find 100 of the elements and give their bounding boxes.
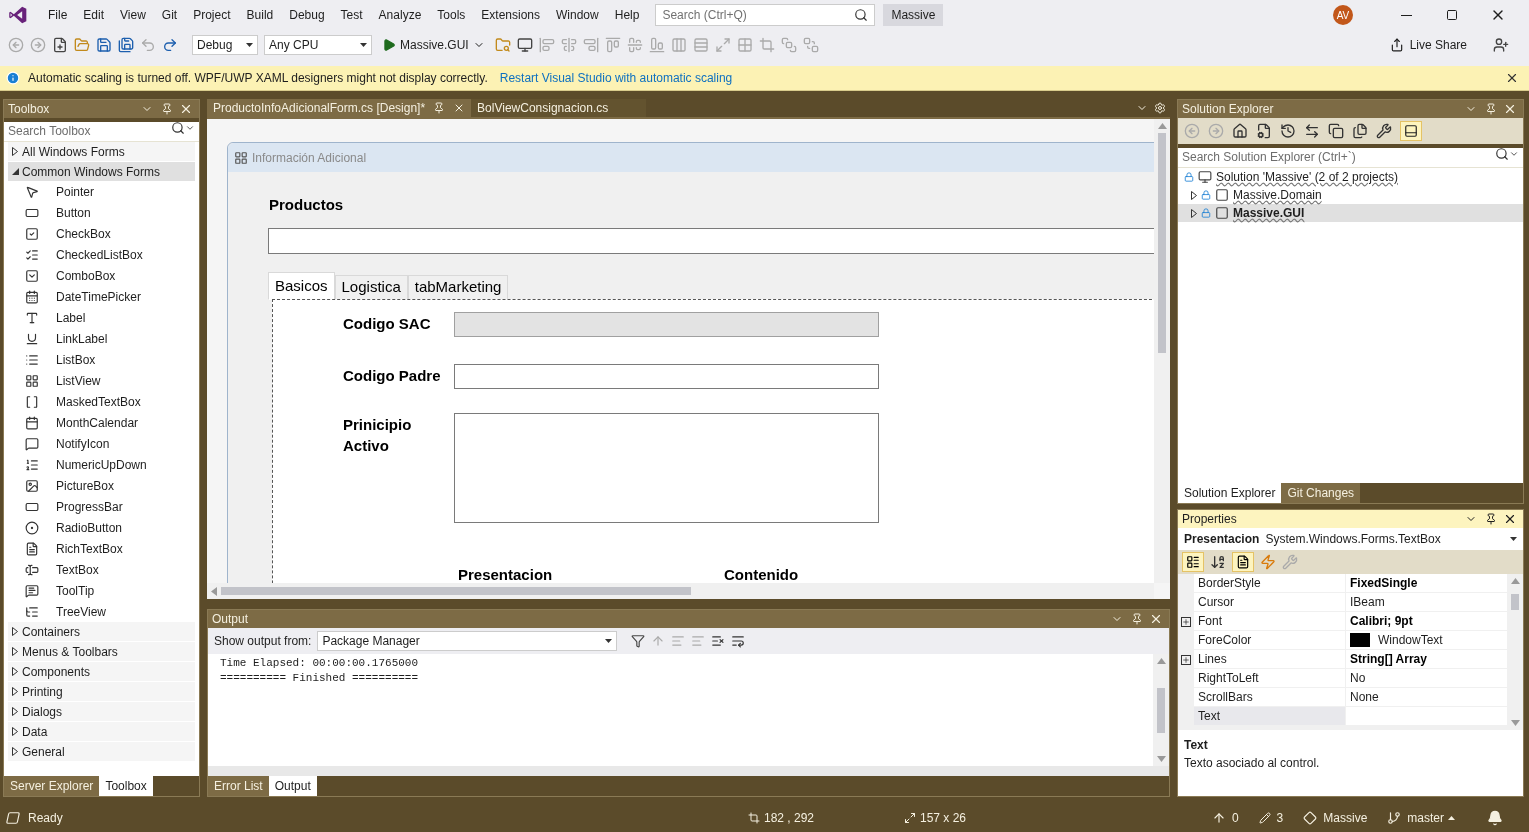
horizontal-scrollbar[interactable] xyxy=(208,766,1169,776)
panel-tab[interactable]: Solution Explorer xyxy=(1178,483,1282,503)
configuration-dropdown[interactable]: Debug xyxy=(192,35,258,55)
toolbox-group[interactable]: Data xyxy=(8,722,195,741)
menu-item[interactable]: View xyxy=(112,0,154,30)
branch-name[interactable]: master xyxy=(1407,809,1444,827)
menu-item[interactable]: Extensions xyxy=(473,0,549,30)
scroll-up-icon[interactable] xyxy=(1510,578,1520,584)
property-value[interactable]: None xyxy=(1350,688,1379,706)
toolbox-group[interactable]: Dialogs xyxy=(8,702,195,721)
property-name[interactable]: RightToLeft xyxy=(1194,669,1346,688)
expand-icon[interactable] xyxy=(12,687,18,696)
lightning-icon[interactable] xyxy=(1260,554,1276,570)
collapse-icon[interactable] xyxy=(11,168,19,175)
expand-icon[interactable] xyxy=(12,727,18,736)
toolbox-group[interactable]: All Windows Forms xyxy=(8,142,195,161)
toolbox-item[interactable]: NumericUpDown xyxy=(8,454,195,475)
scroll-thumb[interactable] xyxy=(221,587,691,595)
caret-icon[interactable] xyxy=(1509,149,1519,159)
output-source-dropdown[interactable]: Package Manager xyxy=(317,631,618,651)
panel-tab[interactable]: Toolbox xyxy=(99,776,153,796)
menu-item[interactable]: Help xyxy=(606,0,648,30)
repository-name[interactable]: Massive xyxy=(1323,809,1368,827)
scroll-left-icon[interactable] xyxy=(211,586,217,596)
properties-button[interactable] xyxy=(1232,552,1254,572)
toolbox-item[interactable]: Label xyxy=(8,307,195,328)
tree-item[interactable]: Solution 'Massive' (2 of 2 projects) xyxy=(1178,168,1523,186)
toolbox-item[interactable]: Button xyxy=(8,202,195,223)
expand-icon[interactable] xyxy=(12,667,18,676)
tree-item[interactable]: Massive.GUI xyxy=(1178,204,1523,222)
folder-icon[interactable] xyxy=(74,37,90,53)
expand-icon[interactable] xyxy=(12,647,18,656)
panel-tab[interactable]: Output xyxy=(268,776,317,796)
toolbox-item[interactable]: MaskedTextBox xyxy=(8,391,195,412)
save-icon[interactable] xyxy=(96,37,112,53)
search-icon[interactable] xyxy=(854,8,869,22)
menu-item[interactable]: Test xyxy=(332,0,371,30)
toolbox-item[interactable]: ToolTip xyxy=(8,580,195,601)
start-button[interactable]: Massive.GUI xyxy=(378,36,489,54)
toolbox-group[interactable]: Common Windows Forms xyxy=(8,162,195,181)
restart-link[interactable]: Restart Visual Studio with automatic scaling xyxy=(499,69,733,87)
menu-item[interactable]: File xyxy=(40,0,76,30)
toolbox-group[interactable]: Containers xyxy=(8,622,195,641)
settings-icon[interactable] xyxy=(1154,102,1166,114)
menu-item[interactable]: Tools xyxy=(429,0,474,30)
toolbox-item[interactable]: ListBox xyxy=(8,349,195,370)
toolbox-item[interactable]: ComboBox xyxy=(8,265,195,286)
form-tab[interactable]: Basicos xyxy=(268,272,335,300)
search-field[interactable]: Search (Ctrl+Q) xyxy=(655,4,876,26)
scroll-down-icon[interactable] xyxy=(1156,756,1166,762)
redo-icon[interactable] xyxy=(162,37,178,53)
property-name[interactable]: Lines xyxy=(1194,650,1346,669)
toolbox-item[interactable]: ProgressBar xyxy=(8,496,195,517)
toolbox-item[interactable]: RichTextBox xyxy=(8,538,195,559)
object-selector[interactable]: Presentacion System.Windows.Forms.TextBox xyxy=(1178,528,1523,550)
search-icon[interactable] xyxy=(171,121,185,135)
toolbox-item[interactable]: PictureBox xyxy=(8,475,195,496)
expand-icon[interactable] xyxy=(12,627,18,636)
toolbox-item[interactable]: NotifyIcon xyxy=(8,433,195,454)
sort-icon[interactable] xyxy=(1210,554,1226,570)
scroll-down-icon[interactable] xyxy=(1510,720,1520,726)
horizontal-scrollbar[interactable] xyxy=(207,583,1154,599)
caret-icon[interactable] xyxy=(185,123,195,133)
push-icon[interactable] xyxy=(1211,811,1226,825)
property-name[interactable]: ScrollBars xyxy=(1194,688,1346,707)
toolbox-item[interactable]: CheckBox xyxy=(8,223,195,244)
panel-tab[interactable]: Error List xyxy=(208,776,269,796)
repository-icon[interactable] xyxy=(1303,811,1318,825)
expand-icon[interactable] xyxy=(1181,616,1191,627)
history-icon[interactable] xyxy=(1280,123,1296,139)
categorized-button[interactable] xyxy=(1182,552,1204,572)
scroll-up-icon[interactable] xyxy=(1156,658,1166,664)
toolbox-item[interactable]: ListView xyxy=(8,370,195,391)
wrench-icon[interactable] xyxy=(1376,123,1392,139)
scroll-thumb[interactable] xyxy=(1158,133,1166,353)
expand-icon[interactable] xyxy=(1181,654,1191,665)
sync-icon[interactable] xyxy=(1304,123,1320,139)
toolbox-item[interactable]: DateTimePicker xyxy=(8,286,195,307)
close-icon[interactable] xyxy=(1505,71,1519,85)
search-input[interactable]: Search (Ctrl+Q) xyxy=(662,6,855,24)
new-file-icon[interactable] xyxy=(52,37,68,53)
collapse-icon[interactable] xyxy=(1328,123,1344,139)
scroll-thumb[interactable] xyxy=(1157,687,1165,733)
form-tab[interactable]: Logistica xyxy=(334,275,408,300)
menu-item[interactable]: Edit xyxy=(75,0,113,30)
switch-views-icon[interactable] xyxy=(1256,123,1272,139)
toolbox-item[interactable]: CheckedListBox xyxy=(8,244,195,265)
toolbox-item[interactable]: TreeView xyxy=(8,601,195,622)
vertical-scrollbar[interactable] xyxy=(1154,119,1170,583)
property-name[interactable]: Text xyxy=(1194,707,1346,726)
expand-icon[interactable] xyxy=(12,707,18,716)
pending-pushes[interactable]: 0 xyxy=(1231,809,1239,827)
toolbox-group[interactable]: Components xyxy=(8,662,195,681)
toolbox-item[interactable]: RadioButton xyxy=(8,517,195,538)
expand-icon[interactable] xyxy=(12,147,18,156)
property-value[interactable]: No xyxy=(1350,669,1366,687)
property-row[interactable]: Font Calibri; 9pt xyxy=(1178,612,1507,631)
property-name[interactable]: Font xyxy=(1194,612,1346,631)
preview-toggle[interactable] xyxy=(1400,121,1422,141)
menu-item[interactable]: Git xyxy=(153,0,186,30)
